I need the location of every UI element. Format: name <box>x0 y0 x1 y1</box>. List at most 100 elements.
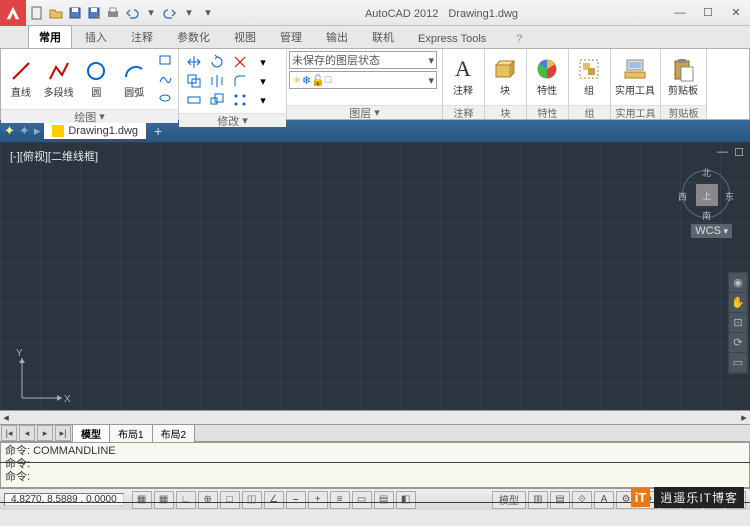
scroll-left-icon[interactable]: ◂ <box>0 412 12 424</box>
tab-parametric[interactable]: 参数化 <box>166 25 221 48</box>
vp-minimize-icon[interactable]: — <box>717 146 728 159</box>
ellipse-tool[interactable] <box>154 89 176 107</box>
group-tool[interactable]: 组 <box>571 51 607 103</box>
layout-tab-2[interactable]: 布局2 <box>152 424 196 443</box>
tab-manage[interactable]: 管理 <box>269 25 313 48</box>
doc-tab-active[interactable]: Drawing1.dwg <box>44 123 146 139</box>
layout-next-icon[interactable]: ▸ <box>37 425 53 441</box>
scale-tool[interactable] <box>206 91 228 109</box>
saveas-icon[interactable] <box>85 4 103 22</box>
otrack-toggle[interactable]: ∠ <box>264 491 284 509</box>
layout-tab-1[interactable]: 布局1 <box>109 424 153 443</box>
dyn-toggle[interactable]: + <box>308 491 328 509</box>
erase-tool[interactable]: ▾ <box>252 91 274 109</box>
block-tool[interactable]: 块 <box>487 51 523 103</box>
model-space-toggle[interactable]: 模型 <box>492 491 526 509</box>
save-icon[interactable] <box>66 4 84 22</box>
scroll-right-icon[interactable]: ▸ <box>738 412 750 424</box>
spline-tool[interactable] <box>154 70 176 88</box>
tab-help[interactable]: ? <box>505 29 533 48</box>
vp-maximize-icon[interactable]: ☐ <box>734 146 744 159</box>
annovis-icon[interactable]: A <box>594 491 614 509</box>
steering-wheel-icon[interactable]: ◉ <box>729 273 747 293</box>
command-line[interactable]: 命令: COMMANDLINE 命令: 命令: <box>0 442 750 488</box>
chamfer-tool[interactable]: ▾ <box>252 72 274 90</box>
circle-tool[interactable]: 圆 <box>79 51 115 107</box>
viewcube[interactable]: 上 北 南 东 西 <box>678 166 734 222</box>
copy-tool[interactable] <box>183 72 205 90</box>
layout-last-icon[interactable]: ▸| <box>55 425 71 441</box>
move-tool[interactable] <box>183 53 205 71</box>
panel-expand-icon[interactable]: ▾ <box>99 110 105 123</box>
wcs-label[interactable]: WCS ▾ <box>691 224 732 238</box>
layer-state-combo[interactable]: 未保存的图层状态▾ <box>289 51 437 69</box>
panel-expand-icon[interactable]: ▾ <box>374 106 380 119</box>
tab-insert[interactable]: 插入 <box>74 25 118 48</box>
tab-view[interactable]: 视图 <box>223 25 267 48</box>
mirror-tool[interactable] <box>206 72 228 90</box>
array-tool[interactable] <box>229 91 251 109</box>
qat-customize-icon[interactable]: ▾ <box>199 4 217 22</box>
extend-tool[interactable]: ▾ <box>252 53 274 71</box>
polar-toggle[interactable]: ⊕ <box>198 491 218 509</box>
arc-tool[interactable]: 圆弧 <box>116 51 152 107</box>
annoscale-icon[interactable]: ⟐ <box>572 491 592 509</box>
line-tool[interactable]: 直线 <box>3 51 39 107</box>
snap-toggle[interactable]: ▦ <box>132 491 152 509</box>
properties-tool[interactable]: 特性 <box>529 51 565 103</box>
tab-home[interactable]: 常用 <box>28 25 72 48</box>
ducs-toggle[interactable]: ⎯ <box>286 491 306 509</box>
undo-icon[interactable] <box>123 4 141 22</box>
rotate-tool[interactable] <box>206 53 228 71</box>
maximize-button[interactable]: ☐ <box>694 3 722 23</box>
open-icon[interactable] <box>47 4 65 22</box>
zoom-extents-icon[interactable]: ⊡ <box>729 313 747 333</box>
app-menu-button[interactable] <box>0 0 26 26</box>
home-icon[interactable]: ✦ <box>19 123 30 139</box>
polyline-tool[interactable]: 多段线 <box>41 51 77 107</box>
nav-icon[interactable]: ▸ <box>34 123 41 139</box>
layout-prev-icon[interactable]: ◂ <box>19 425 35 441</box>
text-tool[interactable]: A注释 <box>445 51 481 103</box>
cmd-prompt[interactable]: 命令: <box>5 471 745 484</box>
tab-online[interactable]: 联机 <box>361 25 405 48</box>
3dosnap-toggle[interactable]: ◫ <box>242 491 262 509</box>
paste-tool[interactable]: 剪贴板 <box>663 51 703 103</box>
redo-drop-icon[interactable]: ▾ <box>180 4 198 22</box>
viewport-label[interactable]: [-][俯视][二维线框] <box>10 148 98 164</box>
osnap-toggle[interactable]: □ <box>220 491 240 509</box>
drawing-area[interactable]: /*grid drawn via elements below*/ [-][俯视… <box>0 142 750 424</box>
panel-expand-icon[interactable]: ▾ <box>242 114 248 127</box>
tab-annotate[interactable]: 注释 <box>120 25 164 48</box>
horizontal-scrollbar[interactable]: ◂ ▸ <box>0 410 750 424</box>
lwt-toggle[interactable]: ≡ <box>330 491 350 509</box>
minimize-button[interactable]: — <box>666 3 694 23</box>
redo-icon[interactable] <box>161 4 179 22</box>
stretch-tool[interactable] <box>183 91 205 109</box>
pan-icon[interactable]: ✋ <box>729 293 747 313</box>
rectangle-tool[interactable] <box>154 51 176 69</box>
quickview-drawings-icon[interactable]: ▤ <box>550 491 570 509</box>
undo-drop-icon[interactable]: ▾ <box>142 4 160 22</box>
tpy-toggle[interactable]: ▭ <box>352 491 372 509</box>
tab-express[interactable]: Express Tools <box>407 29 497 48</box>
ortho-toggle[interactable]: ∟ <box>176 491 196 509</box>
sc-toggle[interactable]: ◧ <box>396 491 416 509</box>
tab-output[interactable]: 输出 <box>315 25 359 48</box>
quickview-layouts-icon[interactable]: ▥ <box>528 491 548 509</box>
layout-tab-model[interactable]: 模型 <box>72 424 110 443</box>
grid-toggle[interactable]: ▦ <box>154 491 174 509</box>
coordinates-display[interactable]: 4.8270, 8.5889 , 0.0000 <box>4 493 124 506</box>
pin-icon[interactable]: ✦ <box>4 123 15 139</box>
orbit-icon[interactable]: ⟳ <box>729 333 747 353</box>
print-icon[interactable] <box>104 4 122 22</box>
layout-first-icon[interactable]: |◂ <box>1 425 17 441</box>
close-button[interactable]: ✕ <box>722 3 750 23</box>
new-icon[interactable] <box>28 4 46 22</box>
showmotion-icon[interactable]: ▭ <box>729 353 747 373</box>
layer-combo[interactable]: ☀ ❄ 🔓 □ ▾ <box>289 71 437 89</box>
fillet-tool[interactable] <box>229 72 251 90</box>
measure-tool[interactable]: 实用工具 <box>613 51 657 103</box>
qp-toggle[interactable]: ▤ <box>374 491 394 509</box>
trim-tool[interactable] <box>229 53 251 71</box>
